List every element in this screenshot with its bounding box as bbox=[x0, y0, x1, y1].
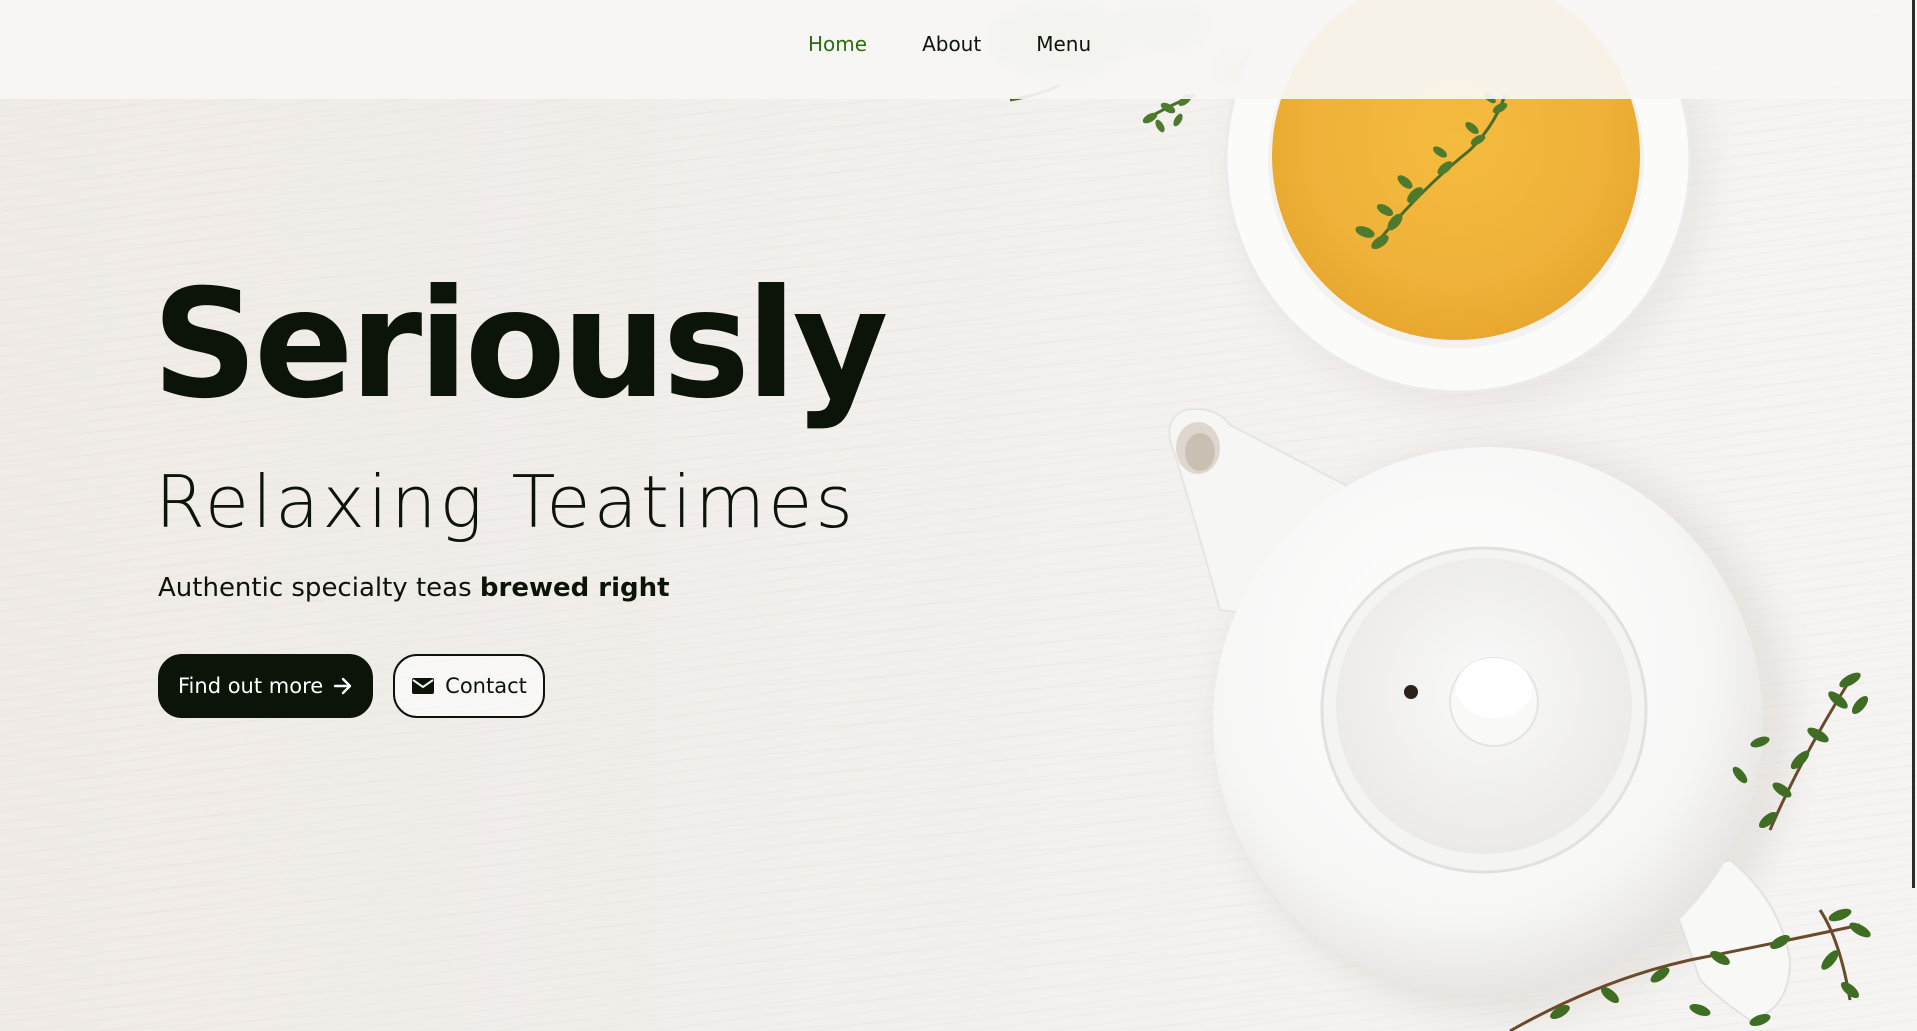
contact-label: Contact bbox=[445, 674, 527, 698]
tagline-bold: brewed right bbox=[479, 573, 670, 603]
nav-link-home[interactable]: Home bbox=[808, 32, 867, 56]
top-navbar: Home About Menu bbox=[0, 0, 1917, 99]
arrow-right-icon bbox=[333, 677, 353, 695]
nav-link-about[interactable]: About bbox=[922, 32, 981, 56]
hero-title: Seriously bbox=[152, 258, 888, 432]
contact-button[interactable]: Contact bbox=[393, 654, 545, 718]
hero-tagline: Authentic specialty teas brewed right bbox=[158, 573, 670, 603]
page-scrollbar[interactable] bbox=[1912, 0, 1915, 888]
nav-links: Home About Menu bbox=[808, 32, 1091, 56]
nav-link-menu[interactable]: Menu bbox=[1036, 32, 1091, 56]
hero-subtitle: Relaxing Teatimes bbox=[155, 460, 856, 544]
page: Home About Menu Seriously Relaxing Teati… bbox=[0, 0, 1917, 1031]
hero-buttons: Find out more Contact bbox=[158, 654, 545, 718]
envelope-icon bbox=[411, 676, 435, 696]
find-out-more-label: Find out more bbox=[178, 674, 324, 698]
find-out-more-button[interactable]: Find out more bbox=[158, 654, 374, 718]
tagline-plain: Authentic specialty teas bbox=[158, 573, 472, 603]
